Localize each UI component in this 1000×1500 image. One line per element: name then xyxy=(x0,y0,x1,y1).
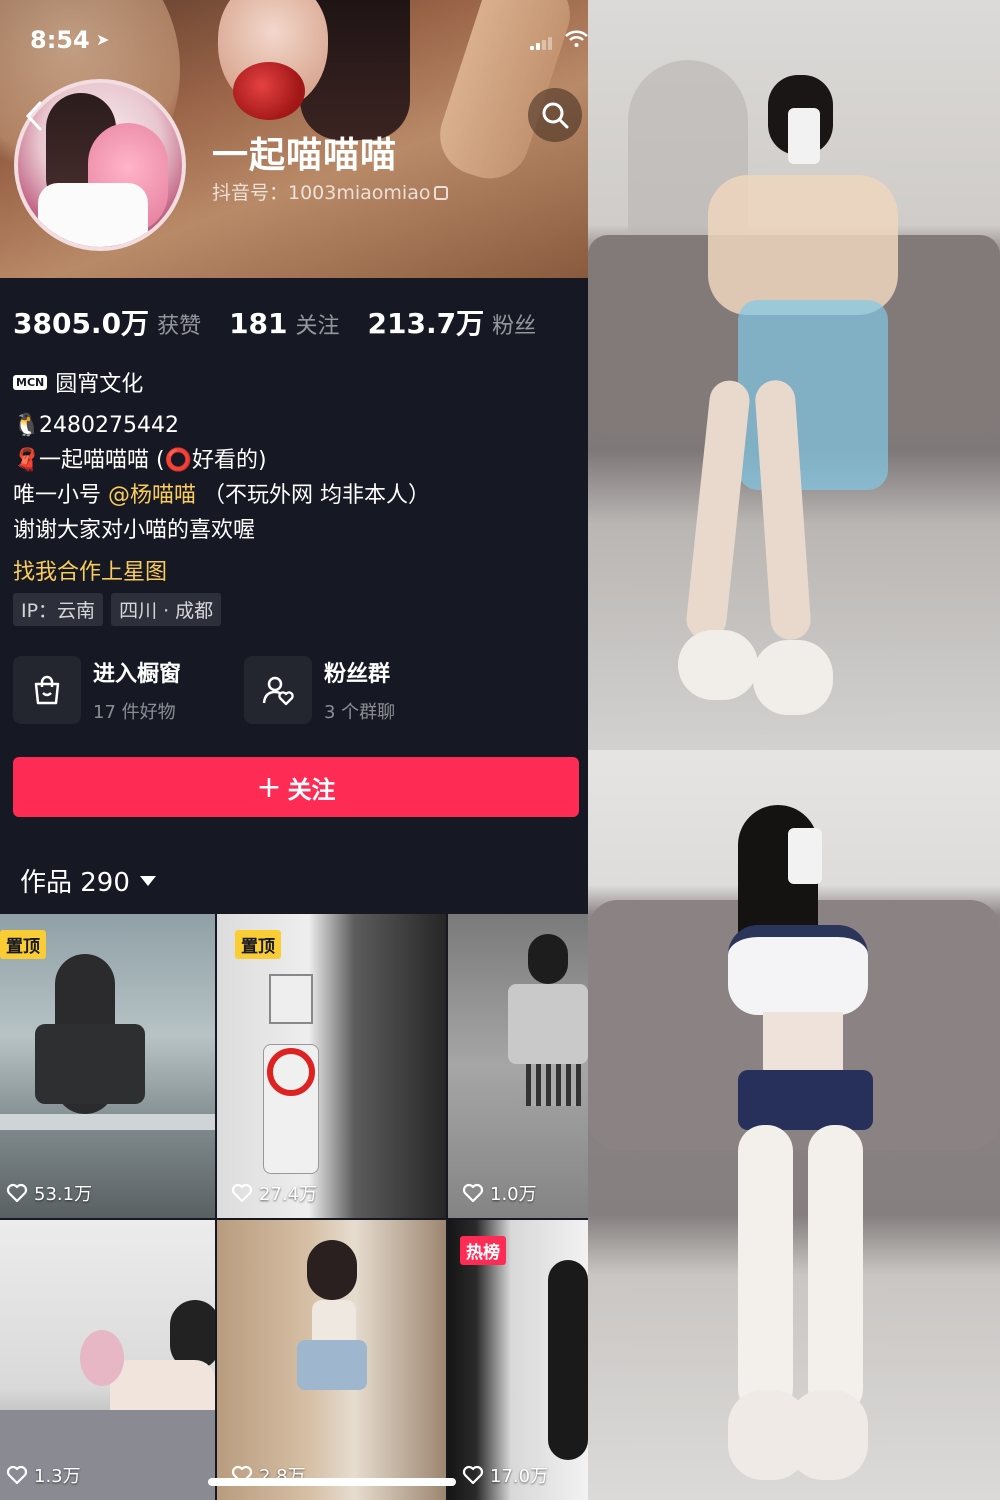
heart-icon xyxy=(462,1465,484,1485)
search-icon xyxy=(542,102,569,129)
follow-label: 关注 xyxy=(287,775,336,804)
copy-icon[interactable] xyxy=(434,186,449,200)
work-likes-count: 53.1万 xyxy=(34,1184,93,1205)
shop-window-title: 进入橱窗 xyxy=(93,662,182,687)
mcn-row[interactable]: MCN 圆宵文化 xyxy=(13,366,143,398)
plus-icon: + xyxy=(256,769,282,805)
city-tag[interactable]: 四川 · 成都 xyxy=(111,593,222,626)
work-likes-count: 27.4万 xyxy=(259,1184,318,1205)
followers-label: 粉丝 xyxy=(492,314,537,339)
work-likes-count: 1.3万 xyxy=(34,1466,81,1487)
work-likes: 53.1万 xyxy=(6,1180,92,1206)
penguin-icon: 🐧 xyxy=(13,413,41,438)
signal-icon xyxy=(530,36,554,50)
fans-group-sub: 3 个群聊 xyxy=(324,702,396,723)
works-tab-label: 作品 290 xyxy=(20,868,130,898)
pinned-badge: 置顶 xyxy=(0,930,46,959)
heart-icon xyxy=(462,1183,484,1203)
bio-line-4: 谢谢大家对小喵的喜欢喔 xyxy=(13,518,256,543)
bio-line-3-prefix: 唯一小号 xyxy=(13,483,108,508)
work-thumbnail[interactable]: 1.0万 xyxy=(448,914,588,1218)
work-likes: 1.3万 xyxy=(6,1462,81,1488)
followers-count[interactable]: 213.7万 xyxy=(368,302,485,342)
works-tab[interactable]: 作品 290 xyxy=(20,862,156,899)
bio-line-3-suffix: （不玩外网 均非本人） xyxy=(196,483,431,508)
bio-line-3: 唯一小号 @杨喵喵 （不玩外网 均非本人） xyxy=(13,480,578,515)
heart-icon xyxy=(6,1465,28,1485)
heart-icon xyxy=(6,1183,28,1203)
shop-window-sub: 17 件好物 xyxy=(93,702,176,723)
likes-count[interactable]: 3805.0万 xyxy=(13,302,149,342)
bio-mention-link[interactable]: @杨喵喵 xyxy=(108,483,196,508)
fans-group-entry[interactable]: 粉丝群 3 个群聊 xyxy=(244,655,395,725)
location-tags: IP：云南 四川 · 成都 xyxy=(13,593,222,626)
douyin-id[interactable]: 抖音号：1003miaomiao xyxy=(212,178,449,205)
bio-qq-line: 🐧2480275442 xyxy=(13,410,578,445)
profile-screen: 8:54 ➤ 一起喵喵喵 抖音号：1003miaomiao 3805.0万 获赞… xyxy=(0,0,588,1500)
trending-badge: 热榜 xyxy=(460,1236,506,1265)
work-thumbnail[interactable]: 置顶 53.1万 xyxy=(0,914,215,1218)
home-indicator[interactable] xyxy=(208,1478,456,1486)
mcn-icon: MCN xyxy=(13,374,48,390)
work-thumbnail[interactable]: 2.8万 xyxy=(217,1220,446,1500)
fans-group-icon xyxy=(244,656,312,724)
shopping-bag-icon xyxy=(13,656,81,724)
mcn-name: 圆宵文化 xyxy=(55,372,144,397)
works-grid: 置顶 53.1万 置顶 27.4万 1.0万 1.3万 2.8万 热榜 17.0… xyxy=(0,914,588,1500)
work-thumbnail[interactable]: 热榜 17.0万 xyxy=(448,1220,588,1500)
search-button[interactable] xyxy=(528,88,582,142)
ip-tag: IP：云南 xyxy=(13,593,104,626)
work-thumbnail[interactable]: 置顶 27.4万 xyxy=(217,914,446,1218)
wifi-icon xyxy=(565,30,588,50)
fans-group-title: 粉丝群 xyxy=(324,662,391,687)
location-arrow-icon: ➤ xyxy=(96,30,110,49)
scarf-icon: 🧣 xyxy=(13,448,41,473)
work-likes: 17.0万 xyxy=(462,1462,548,1488)
photo-top xyxy=(588,0,1000,750)
shop-window-entry[interactable]: 进入橱窗 17 件好物 xyxy=(13,655,181,725)
status-time: 8:54 xyxy=(30,26,90,54)
pinned-badge: 置顶 xyxy=(235,930,281,959)
douyin-id-text: 抖音号：1003miaomiao xyxy=(212,182,431,204)
profile-bio: 🐧2480275442 🧣一起喵喵喵 (⭕好看的) 唯一小号 @杨喵喵 （不玩外… xyxy=(13,410,578,550)
following-label: 关注 xyxy=(295,314,340,339)
following-count[interactable]: 181 xyxy=(229,307,287,340)
back-icon[interactable] xyxy=(24,100,54,140)
profile-nickname: 一起喵喵喵 xyxy=(212,135,398,176)
work-likes: 27.4万 xyxy=(231,1180,317,1206)
work-thumbnail[interactable]: 1.3万 xyxy=(0,1220,215,1500)
likes-label: 获赞 xyxy=(157,314,202,339)
bio-line-2-text: 一起喵喵喵 (⭕好看的) xyxy=(39,448,267,473)
bio-line-2: 🧣一起喵喵喵 (⭕好看的) xyxy=(13,445,578,480)
caret-down-icon xyxy=(139,875,156,886)
bio-qq: 2480275442 xyxy=(39,413,179,438)
photo-bottom xyxy=(588,750,1000,1500)
star-map-link[interactable]: 找我合作上星图 xyxy=(13,554,167,586)
work-likes: 1.0万 xyxy=(462,1180,537,1206)
work-likes-count: 1.0万 xyxy=(490,1184,537,1205)
follow-button[interactable]: + 关注 xyxy=(13,757,579,817)
profile-stats: 3805.0万 获赞 181 关注 213.7万 粉丝 xyxy=(13,302,564,342)
heart-icon xyxy=(231,1183,253,1203)
work-likes-count: 17.0万 xyxy=(490,1466,549,1487)
